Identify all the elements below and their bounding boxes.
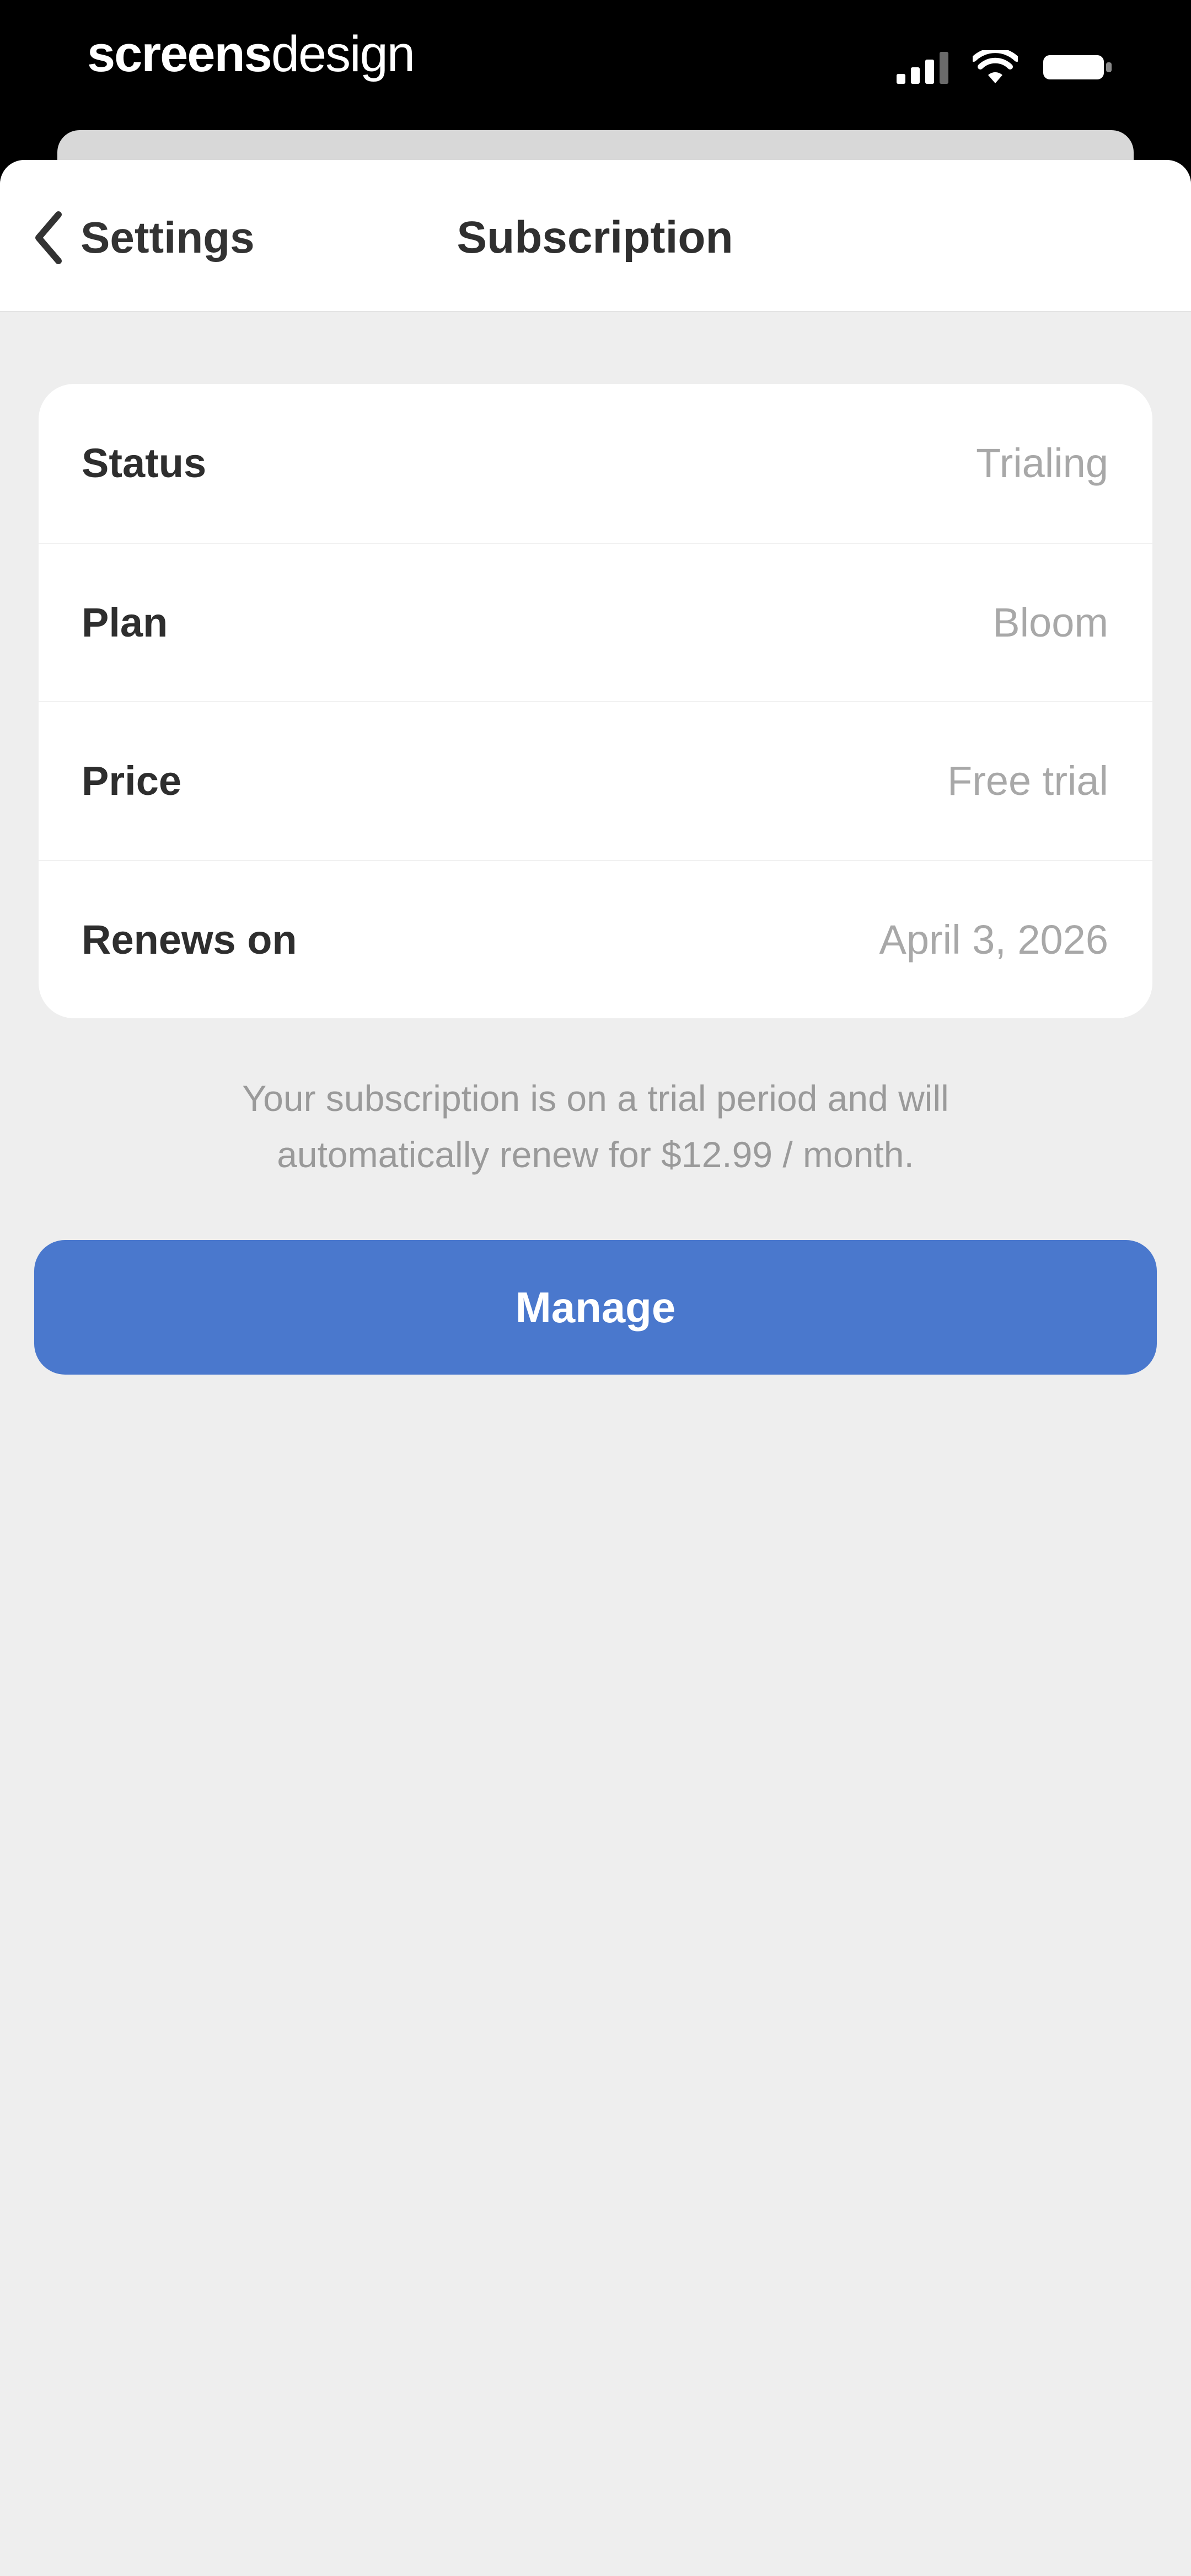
subscription-sheet: Settings Subscription Status Trialing Pl… [0,160,1191,2576]
price-value: Free trial [947,758,1108,804]
trial-info-line-2: automatically renew for $12.99 / month. [277,1134,914,1175]
plan-label: Plan [82,599,168,645]
status-value: Trialing [976,440,1108,487]
subscription-details-card: Status Trialing Plan Bloom Price Free tr… [39,384,1152,1018]
status-icons [897,45,1114,89]
trial-info-text: Your subscription is on a trial period a… [99,1070,1092,1183]
brand-light: design [271,26,415,82]
trial-info-line-1: Your subscription is on a trial period a… [242,1078,949,1119]
brand-bold: screens [87,26,272,82]
detail-row-status: Status Trialing [39,384,1152,543]
battery-icon [1042,52,1114,83]
status-label: Status [82,440,207,487]
navigation-bar: Settings Subscription [0,160,1191,312]
detail-row-renews-on: Renews on April 3, 2026 [39,859,1152,1019]
nav-divider [0,311,1191,312]
detail-row-price: Price Free trial [39,701,1152,860]
plan-value: Bloom [993,599,1108,645]
renews-on-value: April 3, 2026 [879,916,1109,963]
signal-icon [897,51,948,84]
detail-row-plan: Plan Bloom [39,542,1152,702]
price-label: Price [82,758,182,804]
wifi-icon [973,50,1018,84]
manage-button[interactable]: Manage [34,1240,1157,1375]
brand-watermark: screensdesign [87,21,415,87]
status-bar: screensdesign [0,0,1191,127]
renews-on-label: Renews on [82,916,297,963]
page-title-text: Subscription [457,212,733,263]
page-title: Subscription [0,207,1191,268]
